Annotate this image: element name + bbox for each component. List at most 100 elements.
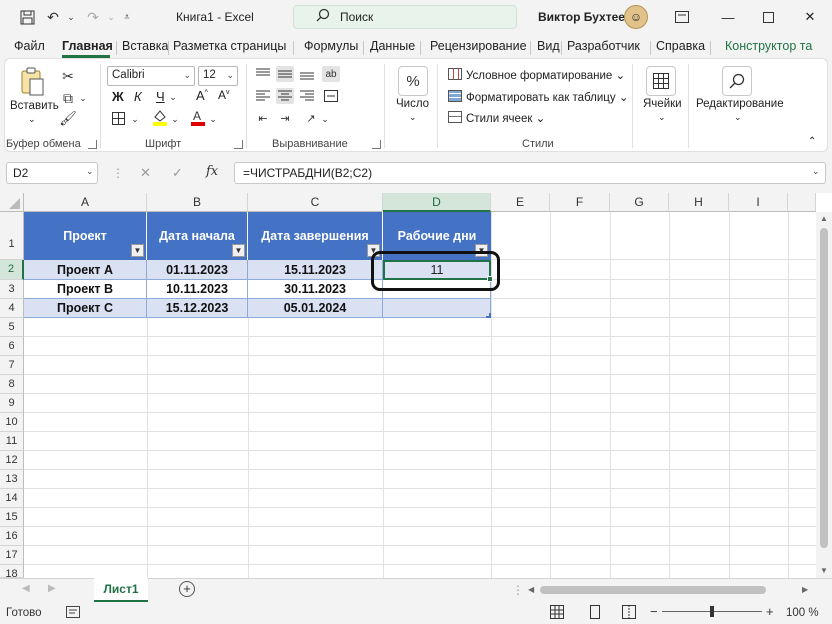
tab-formulas[interactable]: Формулы bbox=[304, 39, 358, 53]
formula-input[interactable]: =ЧИСТРАБДНИ(B2;C2) bbox=[234, 162, 826, 184]
table-cell[interactable] bbox=[383, 299, 491, 318]
normal-view-icon[interactable] bbox=[550, 605, 564, 619]
row-header-7[interactable]: 7 bbox=[0, 356, 24, 375]
table-cell[interactable]: 15.12.2023 bbox=[147, 299, 248, 318]
font-color-dropdown-icon[interactable]: ⌄ bbox=[208, 112, 218, 126]
alignment-launcher-icon[interactable] bbox=[372, 140, 381, 149]
next-sheet-icon[interactable]: ▶ bbox=[48, 583, 56, 594]
cells-button[interactable]: Ячейки bbox=[643, 98, 682, 110]
cells-icon[interactable] bbox=[646, 66, 676, 96]
row-header-2[interactable]: 2 bbox=[0, 260, 24, 280]
increase-font-icon[interactable]: A^ bbox=[196, 88, 208, 103]
increase-indent-icon[interactable]: ⇥ bbox=[276, 110, 294, 126]
fill-color-icon[interactable] bbox=[152, 108, 168, 126]
column-header-h[interactable]: H bbox=[669, 193, 729, 212]
number-dropdown-icon[interactable]: ⌄ bbox=[409, 112, 417, 123]
align-middle-icon[interactable] bbox=[276, 66, 294, 82]
accessibility-icon[interactable] bbox=[66, 606, 80, 618]
row-header-14[interactable]: 14 bbox=[0, 489, 24, 508]
tab-data[interactable]: Данные bbox=[370, 39, 415, 53]
confirm-entry-icon[interactable]: ✓ bbox=[172, 165, 183, 181]
table-cell[interactable]: 15.11.2023 bbox=[248, 260, 383, 280]
font-color-icon[interactable]: A bbox=[190, 108, 206, 126]
format-as-table-button[interactable]: Форматировать как таблицу ⌄ bbox=[466, 90, 628, 104]
page-layout-view-icon[interactable] bbox=[588, 605, 602, 619]
tab-help[interactable]: Справка bbox=[656, 39, 705, 53]
column-header-g[interactable]: G bbox=[610, 193, 669, 212]
paste-icon[interactable] bbox=[18, 66, 46, 98]
row-header-1[interactable]: 1 bbox=[0, 212, 24, 260]
wrap-text-icon[interactable]: ab bbox=[322, 66, 340, 82]
minimize-icon[interactable]: — bbox=[718, 8, 738, 26]
align-bottom-icon[interactable] bbox=[298, 66, 316, 82]
borders-dropdown-icon[interactable]: ⌄ bbox=[130, 112, 140, 126]
maximize-icon[interactable] bbox=[758, 8, 778, 26]
italic-button[interactable]: К bbox=[134, 89, 142, 104]
filter-dropdown-icon[interactable]: ▼ bbox=[232, 244, 245, 257]
table-resize-handle[interactable] bbox=[486, 313, 491, 318]
number-button[interactable]: Число bbox=[396, 98, 429, 110]
row-header-12[interactable]: 12 bbox=[0, 451, 24, 470]
bold-button[interactable]: Ж bbox=[112, 89, 124, 104]
prev-sheet-icon[interactable]: ◀ bbox=[22, 583, 30, 594]
table-cell[interactable]: Проект C bbox=[24, 299, 147, 318]
customize-toolbar-icon[interactable]: ⩡ bbox=[118, 8, 136, 26]
select-all-corner[interactable] bbox=[0, 193, 24, 212]
tab-insert[interactable]: Вставка bbox=[122, 39, 168, 53]
cells-dropdown-icon[interactable]: ⌄ bbox=[658, 112, 666, 123]
column-header-j[interactable] bbox=[788, 193, 816, 212]
clipboard-launcher-icon[interactable] bbox=[88, 140, 97, 149]
tab-table-design[interactable]: Конструктор та bbox=[725, 39, 812, 53]
row-header-4[interactable]: 4 bbox=[0, 299, 24, 318]
copy-icon[interactable]: ⧉ bbox=[60, 90, 76, 106]
row-header-8[interactable]: 8 bbox=[0, 375, 24, 394]
scroll-down-icon[interactable]: ▼ bbox=[820, 566, 828, 575]
sheet-tab-active[interactable]: Лист1 bbox=[94, 578, 148, 602]
align-top-icon[interactable] bbox=[254, 66, 272, 82]
tab-file[interactable]: Файл bbox=[14, 39, 45, 53]
row-header-9[interactable]: 9 bbox=[0, 394, 24, 413]
add-sheet-icon[interactable]: + bbox=[179, 581, 195, 597]
column-header-a[interactable]: A bbox=[24, 193, 147, 212]
orientation-icon[interactable]: ↗ bbox=[302, 110, 320, 126]
zoom-in-icon[interactable]: + bbox=[766, 604, 774, 619]
cell-styles-button[interactable]: Стили ячеек ⌄ bbox=[466, 111, 545, 125]
filter-dropdown-icon[interactable]: ▼ bbox=[131, 244, 144, 257]
row-header-11[interactable]: 11 bbox=[0, 432, 24, 451]
redo-icon[interactable]: ↷ bbox=[84, 8, 102, 26]
row-header-16[interactable]: 16 bbox=[0, 527, 24, 546]
tab-home[interactable]: Главная bbox=[62, 39, 113, 53]
row-header-13[interactable]: 13 bbox=[0, 470, 24, 489]
tab-review[interactable]: Рецензирование bbox=[430, 39, 527, 53]
borders-icon[interactable] bbox=[110, 110, 126, 126]
tab-view[interactable]: Вид bbox=[537, 39, 560, 53]
zoom-slider-thumb[interactable] bbox=[710, 606, 714, 617]
collapse-ribbon-icon[interactable]: ⌃ bbox=[808, 136, 816, 147]
row-header-10[interactable]: 10 bbox=[0, 413, 24, 432]
avatar[interactable]: ☺ bbox=[624, 5, 648, 29]
tab-developer[interactable]: Разработчик bbox=[567, 39, 640, 53]
number-format-icon[interactable]: % bbox=[398, 66, 428, 96]
underline-dropdown-icon[interactable]: ⌄ bbox=[168, 90, 178, 104]
cut-icon[interactable]: ✂ bbox=[60, 68, 76, 84]
name-box-dropdown-icon[interactable]: ⌄ bbox=[86, 166, 94, 177]
decrease-font-icon[interactable]: Av bbox=[218, 88, 230, 102]
row-header-17[interactable]: 17 bbox=[0, 546, 24, 565]
tab-page-layout[interactable]: Разметка страницы bbox=[173, 39, 286, 53]
font-size-select[interactable]: 12 ⌄ bbox=[198, 66, 238, 86]
table-header-end-date[interactable]: Дата завершения bbox=[248, 212, 383, 260]
fill-color-dropdown-icon[interactable]: ⌄ bbox=[170, 112, 180, 126]
user-name[interactable]: Виктор Бухтеев bbox=[538, 10, 632, 24]
align-center-icon[interactable] bbox=[276, 88, 294, 104]
paste-dropdown-icon[interactable]: ⌄ bbox=[28, 114, 36, 125]
table-header-project[interactable]: Проект bbox=[24, 212, 147, 260]
table-cell[interactable]: 30.11.2023 bbox=[248, 280, 383, 299]
name-box[interactable]: D2 bbox=[6, 162, 98, 184]
horizontal-scroll-thumb[interactable] bbox=[540, 586, 766, 594]
vertical-scroll-thumb[interactable] bbox=[820, 228, 828, 548]
underline-button[interactable]: Ч bbox=[156, 89, 165, 104]
orientation-dropdown-icon[interactable]: ⌄ bbox=[320, 112, 330, 126]
table-cell[interactable]: Проект A bbox=[24, 260, 147, 280]
table-cell[interactable]: 05.01.2024 bbox=[248, 299, 383, 318]
row-header-5[interactable]: 5 bbox=[0, 318, 24, 337]
